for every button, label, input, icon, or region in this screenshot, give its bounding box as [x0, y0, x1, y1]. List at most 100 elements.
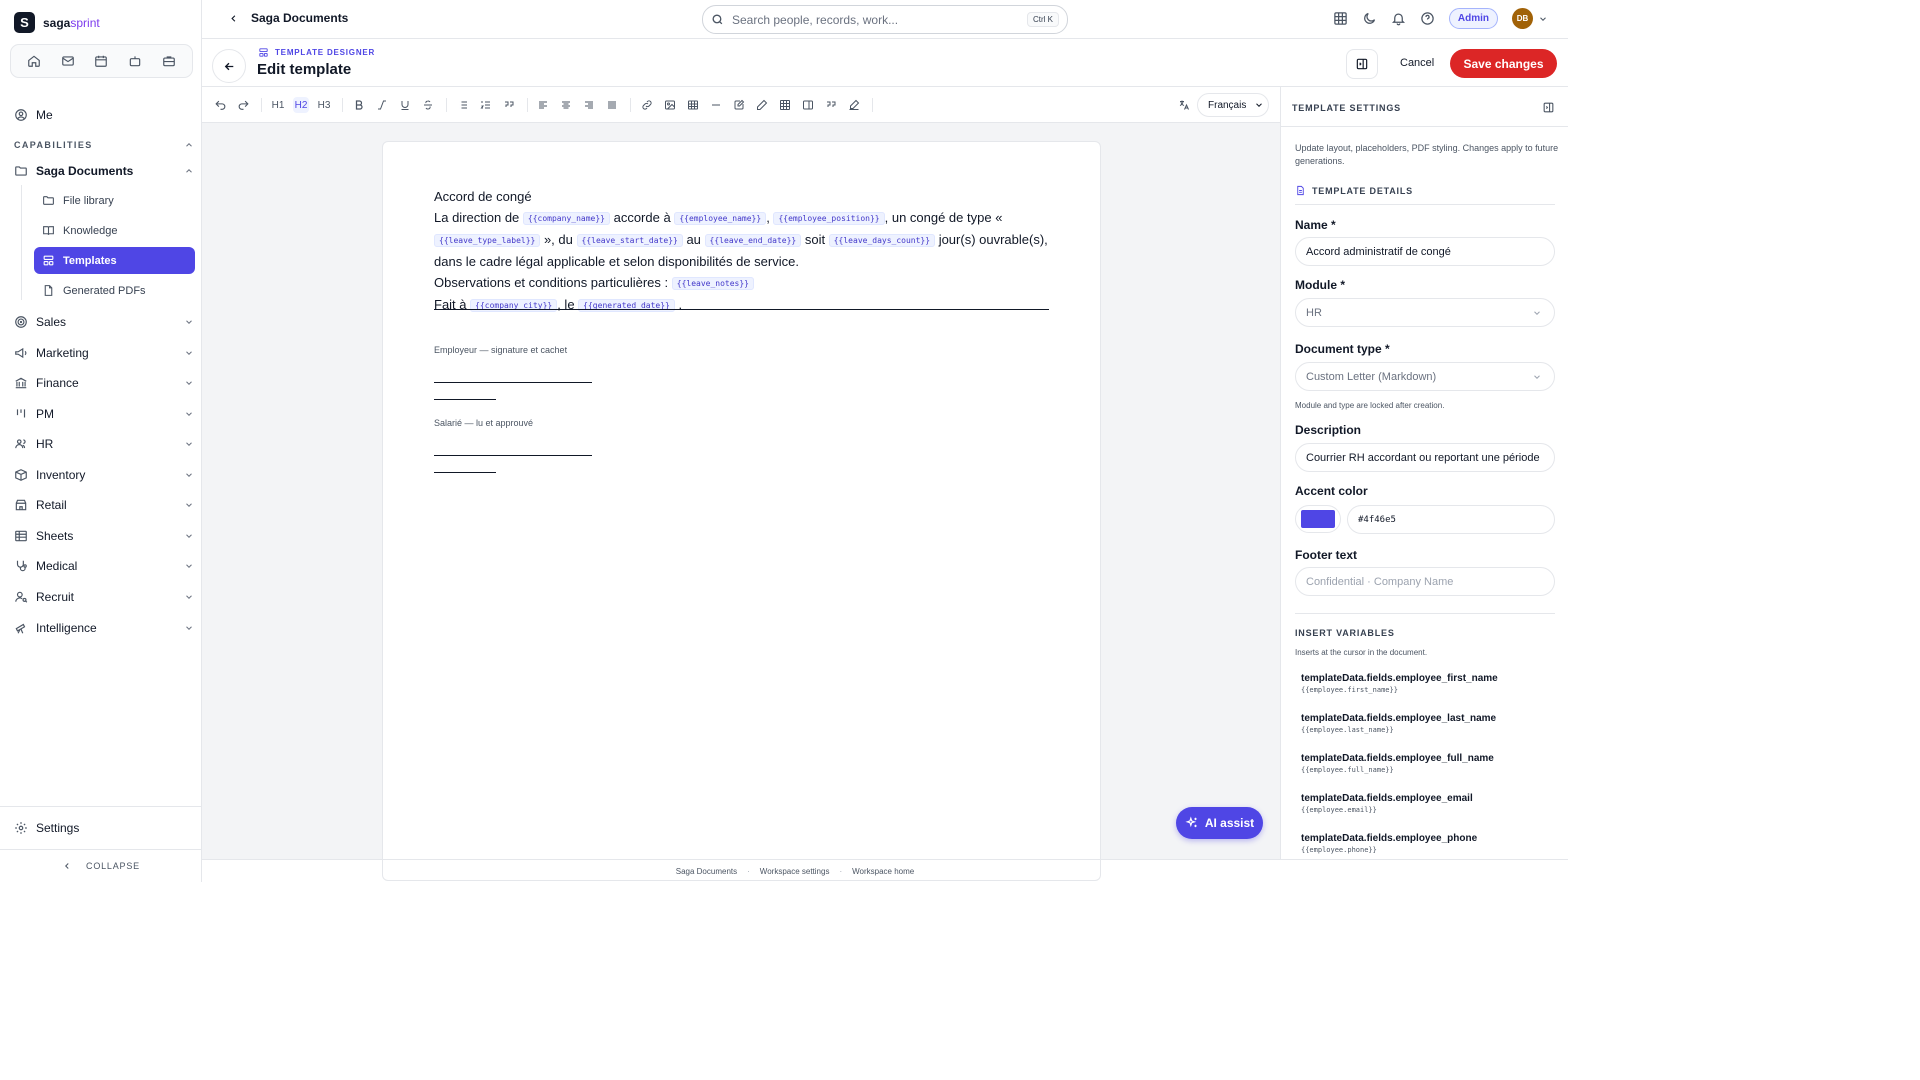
- align-right-icon[interactable]: [581, 97, 597, 113]
- back-button[interactable]: [212, 49, 246, 83]
- signature-field-icon[interactable]: [731, 97, 747, 113]
- variable-item[interactable]: templateData.fields.employee_full_name {{…: [1301, 753, 1561, 774]
- sidebar-item-medical[interactable]: Medical: [14, 555, 194, 577]
- underline-icon[interactable]: [397, 97, 413, 113]
- accent-color-input[interactable]: #4f46e5: [1347, 505, 1555, 534]
- capabilities-section[interactable]: CAPABILITIES: [14, 140, 194, 150]
- sidebar-item-label: Templates: [63, 254, 117, 267]
- accent-color-swatch[interactable]: [1295, 505, 1341, 533]
- grid-table-icon[interactable]: [777, 97, 793, 113]
- sidebar-item-pm[interactable]: PM: [14, 403, 194, 425]
- variable-chip[interactable]: {{leave_days_count}}: [828, 234, 936, 247]
- variable-chip[interactable]: {{leave_notes}}: [671, 277, 754, 290]
- search-bar[interactable]: Search people, records, work... Ctrl K: [702, 5, 1068, 34]
- mail-icon[interactable]: [55, 49, 81, 73]
- briefcase-icon[interactable]: [156, 49, 182, 73]
- grid-icon[interactable]: [1333, 11, 1348, 26]
- nav-me-label: Me: [36, 108, 53, 122]
- name-input[interactable]: Accord administratif de congé: [1295, 237, 1555, 266]
- sidebar-item-knowledge[interactable]: Knowledge: [34, 217, 195, 244]
- image-icon[interactable]: [662, 97, 678, 113]
- undo-icon[interactable]: [212, 97, 228, 113]
- sidebar-item-file-library[interactable]: File library: [34, 187, 195, 214]
- footer-link[interactable]: Workspace settings: [760, 867, 830, 876]
- heading-3-button[interactable]: H3: [316, 97, 332, 113]
- variable-chip[interactable]: {{leave_start_date}}: [576, 234, 683, 247]
- variable-item[interactable]: templateData.fields.employee_email {{empl…: [1301, 793, 1561, 814]
- ordered-list-icon[interactable]: [478, 97, 494, 113]
- nav-settings[interactable]: Settings: [14, 817, 194, 839]
- sidebar-item-sales[interactable]: Sales: [14, 311, 194, 333]
- variable-chip[interactable]: {{company_name}}: [522, 212, 610, 225]
- collapse-panel-icon[interactable]: [1542, 101, 1555, 114]
- sidebar-item-generated-pdfs[interactable]: Generated PDFs: [34, 277, 195, 304]
- logo-mark: S: [14, 12, 35, 33]
- quote-icon[interactable]: [501, 97, 517, 113]
- columns-icon[interactable]: [800, 97, 816, 113]
- sidebar-item-recruit[interactable]: Recruit: [14, 586, 194, 608]
- nav-saga-documents[interactable]: Saga Documents: [14, 160, 194, 182]
- link-icon[interactable]: [639, 97, 655, 113]
- sidebar-item-retail[interactable]: Retail: [14, 494, 194, 516]
- align-justify-icon[interactable]: [604, 97, 620, 113]
- sidebar-item-intelligence[interactable]: Intelligence: [14, 617, 194, 639]
- variable-chip[interactable]: {{leave_type_label}}: [434, 234, 541, 247]
- sidebar-item-finance[interactable]: Finance: [14, 372, 194, 394]
- heading-2-button[interactable]: H2: [293, 97, 309, 113]
- module-select[interactable]: HR: [1295, 298, 1555, 327]
- bell-icon[interactable]: [1391, 11, 1406, 26]
- variable-chip[interactable]: {{company_city}}: [470, 299, 558, 312]
- account-menu[interactable]: DB: [1512, 8, 1548, 29]
- variable-item[interactable]: templateData.fields.employee_last_name {{…: [1301, 713, 1561, 734]
- bold-icon[interactable]: [351, 97, 367, 113]
- doctype-select[interactable]: Custom Letter (Markdown): [1295, 362, 1555, 391]
- quote-block-icon[interactable]: [823, 97, 839, 113]
- footer-link[interactable]: Saga Documents: [676, 867, 737, 876]
- redo-icon[interactable]: [235, 97, 251, 113]
- sidebar-item-marketing[interactable]: Marketing: [14, 342, 194, 364]
- italic-icon[interactable]: [374, 97, 390, 113]
- strikethrough-icon[interactable]: [420, 97, 436, 113]
- variable-item[interactable]: templateData.fields.employee_phone {{empl…: [1301, 833, 1561, 854]
- variable-chip[interactable]: {{generated_date}}: [578, 299, 675, 312]
- calendar-icon[interactable]: [88, 49, 114, 73]
- variable-chip[interactable]: {{employee_position}}: [773, 212, 885, 225]
- description-input[interactable]: Courrier RH accordant ou reportant une p…: [1295, 443, 1555, 472]
- pen-icon[interactable]: [754, 97, 770, 113]
- toggle-panel-button[interactable]: [1346, 49, 1378, 79]
- align-left-icon[interactable]: [535, 97, 551, 113]
- heading-1-button[interactable]: H1: [270, 97, 286, 113]
- document-body[interactable]: Accord de congé La direction de {{compan…: [434, 186, 1049, 316]
- admin-badge[interactable]: Admin: [1448, 8, 1498, 29]
- bot-icon[interactable]: [122, 49, 148, 73]
- variable-chip[interactable]: {{leave_end_date}}: [704, 234, 802, 247]
- sidebar-item-inventory[interactable]: Inventory: [14, 464, 194, 486]
- translate-icon[interactable]: [1176, 97, 1192, 113]
- brand-logo[interactable]: S sagasprint: [14, 12, 100, 33]
- table-icon[interactable]: [685, 97, 701, 113]
- bullet-list-icon[interactable]: [455, 97, 471, 113]
- sidebar-item-hr[interactable]: HR: [14, 433, 194, 455]
- variable-chip[interactable]: {{employee_name}}: [674, 212, 767, 225]
- help-icon[interactable]: [1420, 11, 1435, 26]
- footer-text-input[interactable]: Confidential · Company Name: [1295, 567, 1555, 596]
- variable-item[interactable]: templateData.fields.employee_first_name {…: [1301, 673, 1561, 694]
- collapse-button[interactable]: COLLAPSE: [0, 849, 202, 882]
- align-center-icon[interactable]: [558, 97, 574, 113]
- search-input[interactable]: Search people, records, work...: [732, 13, 898, 27]
- sidebar-item-templates[interactable]: Templates: [34, 247, 195, 274]
- language-select[interactable]: Français: [1197, 93, 1269, 117]
- ai-assist-button[interactable]: AI assist: [1176, 807, 1263, 839]
- sidebar-item-sheets[interactable]: Sheets: [14, 525, 194, 547]
- breadcrumb[interactable]: Saga Documents: [228, 11, 348, 25]
- footer-link[interactable]: Workspace home: [852, 867, 914, 876]
- horizontal-rule-icon[interactable]: [708, 97, 724, 113]
- home-icon[interactable]: [21, 49, 47, 73]
- nav-me[interactable]: Me: [14, 104, 194, 126]
- signature-icon[interactable]: [846, 97, 862, 113]
- save-button[interactable]: Save changes: [1450, 49, 1557, 78]
- cancel-button[interactable]: Cancel: [1400, 57, 1434, 69]
- moon-icon[interactable]: [1362, 11, 1377, 26]
- document-page[interactable]: Accord de congé La direction de {{compan…: [382, 141, 1101, 881]
- doc-text: », du: [543, 232, 573, 247]
